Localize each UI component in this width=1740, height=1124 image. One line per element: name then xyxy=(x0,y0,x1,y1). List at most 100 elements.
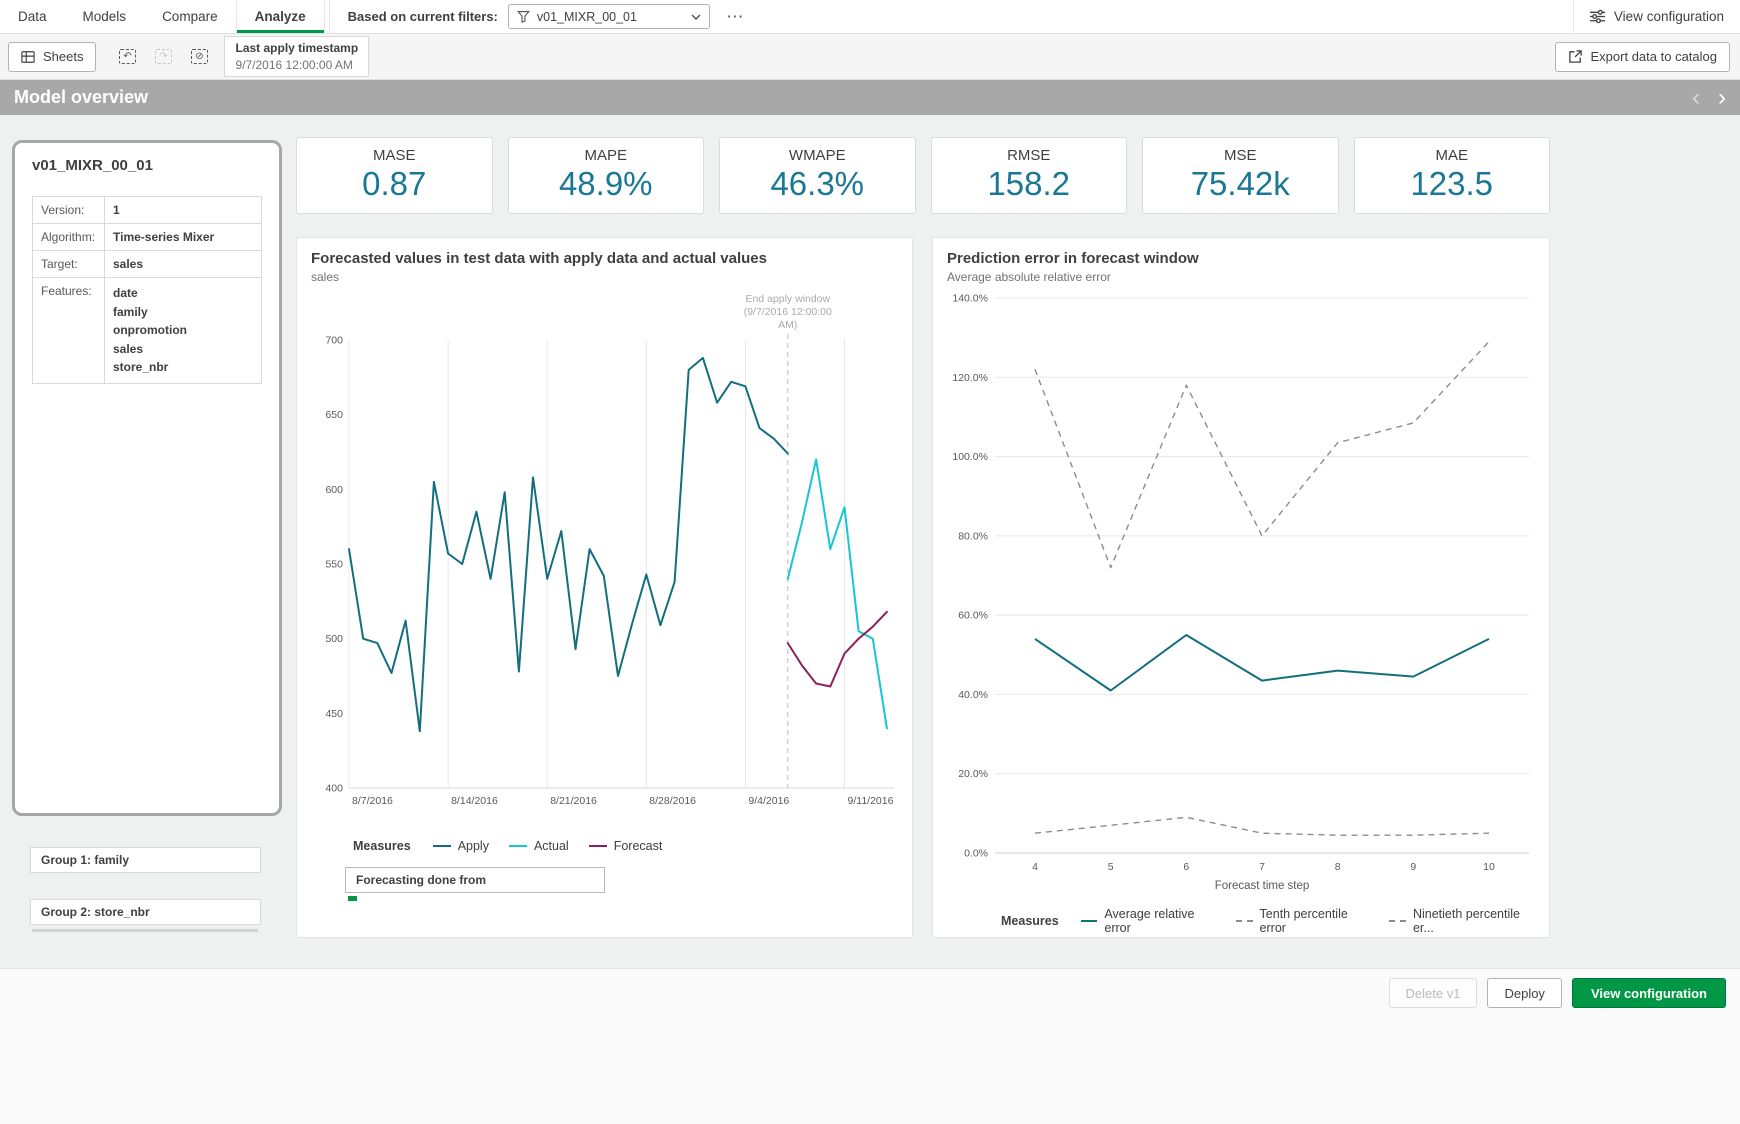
model-card-title: v01_MIXR_00_01 xyxy=(32,157,262,174)
export-data-button[interactable]: Export data to catalog xyxy=(1555,42,1730,72)
model-filter-dropdown[interactable]: v01_MIXR_00_01 xyxy=(508,4,710,29)
svg-text:500: 500 xyxy=(325,633,343,645)
end-apply-window-label: End apply window xyxy=(745,293,830,305)
target-label: Target: xyxy=(33,251,105,278)
kpi-card-mase[interactable]: MASE 0.87 xyxy=(296,137,493,214)
current-filters-area: Based on current filters: v01_MIXR_00_01… xyxy=(329,0,750,33)
group2-listbox[interactable]: Group 2: store_nbr xyxy=(30,899,261,925)
forecast-chart-subtitle: sales xyxy=(311,270,898,284)
legend-label: Apply xyxy=(458,839,489,853)
page-title: Model overview xyxy=(14,87,148,108)
svg-text:40.0%: 40.0% xyxy=(958,689,988,701)
svg-text:9/4/2016: 9/4/2016 xyxy=(748,795,789,807)
svg-text:6: 6 xyxy=(1183,861,1189,873)
algorithm-label: Algorithm: xyxy=(33,224,105,251)
model-card[interactable]: v01_MIXR_00_01 Version: 1 Algorithm: Tim… xyxy=(12,140,282,816)
features-label: Features: xyxy=(33,278,105,384)
legend-item[interactable]: Forecast xyxy=(589,839,663,853)
forecast-chart-title: Forecasted values in test data with appl… xyxy=(311,250,898,267)
svg-text:8/14/2016: 8/14/2016 xyxy=(451,795,498,807)
view-configuration-topbar-button[interactable]: View configuration xyxy=(1573,0,1740,33)
legend-item[interactable]: Tenth percentile error xyxy=(1236,907,1369,935)
svg-text:600: 600 xyxy=(325,484,343,496)
filters-label: Based on current filters: xyxy=(348,9,498,24)
chevron-right-icon[interactable]: › xyxy=(1718,86,1726,110)
svg-text:140.0%: 140.0% xyxy=(952,293,988,305)
last-apply-value: 9/7/2016 12:00:00 AM xyxy=(235,57,358,73)
deploy-button[interactable]: Deploy xyxy=(1487,978,1561,1008)
svg-text:8/28/2016: 8/28/2016 xyxy=(649,795,696,807)
feature-item: store_nbr xyxy=(113,358,253,377)
forecast-chart-panel[interactable]: Forecasted values in test data with appl… xyxy=(296,237,913,938)
svg-text:550: 550 xyxy=(325,559,343,571)
error-line-chart[interactable]: 0.0%20.0%40.0%60.0%80.0%100.0%120.0%140.… xyxy=(947,288,1537,892)
tab-models[interactable]: Models xyxy=(65,0,145,33)
app-root: Data Models Compare Analyze Based on cur… xyxy=(0,0,1740,1124)
footer-action-bar: Delete v1 Deploy View configuration xyxy=(0,968,1740,1124)
sheets-button[interactable]: Sheets xyxy=(8,42,96,72)
model-properties-table: Version: 1 Algorithm: Time-series Mixer … xyxy=(32,196,262,384)
feature-item: family xyxy=(113,303,253,322)
x-axis-title: Forecast time step xyxy=(1215,880,1310,892)
kpi-value: 123.5 xyxy=(1355,165,1550,203)
svg-text:650: 650 xyxy=(325,409,343,421)
kpi-value: 46.3% xyxy=(720,165,915,203)
tab-compare[interactable]: Compare xyxy=(144,0,236,33)
step-back-icon: ↶ xyxy=(119,49,136,64)
kpi-label: WMAPE xyxy=(720,147,915,164)
clear-selections-icon: ⊘ xyxy=(191,49,208,64)
step-back-selection-button[interactable]: ↶ xyxy=(112,42,142,72)
more-options-button[interactable]: ⋯ xyxy=(720,4,750,30)
error-chart-legend: MeasuresAverage relative errorTenth perc… xyxy=(947,907,1535,935)
kpi-value: 0.87 xyxy=(297,165,492,203)
tab-analyze[interactable]: Analyze xyxy=(236,0,325,33)
svg-text:7: 7 xyxy=(1259,861,1265,873)
view-configuration-topbar-label: View configuration xyxy=(1614,9,1724,24)
sheets-icon xyxy=(21,50,35,64)
last-apply-label: Last apply timestamp xyxy=(235,40,358,56)
legend-swatch xyxy=(1081,920,1098,922)
legend-label: Actual xyxy=(534,839,569,853)
legend-item[interactable]: Ninetieth percentile er... xyxy=(1389,907,1535,935)
svg-text:700: 700 xyxy=(325,335,343,347)
version-label: Version: xyxy=(33,197,105,224)
clear-selections-button[interactable]: ⊘ xyxy=(184,42,214,72)
step-forward-selection-button[interactable]: ↷ xyxy=(148,42,178,72)
view-configuration-button[interactable]: View configuration xyxy=(1572,978,1726,1008)
export-icon xyxy=(1568,49,1583,64)
forecasting-done-from-filter[interactable]: Forecasting done from xyxy=(345,867,605,893)
svg-text:400: 400 xyxy=(325,783,343,795)
feature-item: onpromotion xyxy=(113,321,253,340)
kpi-card-mape[interactable]: MAPE 48.9% xyxy=(508,137,705,214)
group-scrollbar[interactable] xyxy=(32,929,258,932)
group1-listbox[interactable]: Group 1: family xyxy=(30,847,261,873)
feature-item: sales xyxy=(113,340,253,359)
legend-swatch xyxy=(589,845,607,847)
selection-tools: ↶ ↷ ⊘ xyxy=(112,42,214,72)
legend-item[interactable]: Actual xyxy=(509,839,569,853)
table-row-algorithm: Algorithm: Time-series Mixer xyxy=(33,224,262,251)
tab-data[interactable]: Data xyxy=(0,0,65,33)
legend-item[interactable]: Average relative error xyxy=(1081,907,1216,935)
kpi-label: MASE xyxy=(297,147,492,164)
delete-version-button[interactable]: Delete v1 xyxy=(1389,978,1478,1008)
series-average-relative-error xyxy=(1035,635,1489,691)
kpi-card-wmape[interactable]: WMAPE 46.3% xyxy=(719,137,916,214)
legend-label: Forecast xyxy=(614,839,663,853)
series-ninetieth-percentile-er xyxy=(1035,342,1489,568)
svg-text:20.0%: 20.0% xyxy=(958,768,988,780)
kpi-value: 158.2 xyxy=(932,165,1127,203)
kpi-card-mae[interactable]: MAE 123.5 xyxy=(1354,137,1551,214)
legend-item[interactable]: Apply xyxy=(433,839,489,853)
svg-text:120.0%: 120.0% xyxy=(952,372,988,384)
more-icon: ⋯ xyxy=(726,7,743,27)
legend-label: Tenth percentile error xyxy=(1260,907,1370,935)
chevron-left-icon[interactable]: ‹ xyxy=(1692,86,1700,110)
kpi-card-mse[interactable]: MSE 75.42k xyxy=(1142,137,1339,214)
forecast-line-chart[interactable]: 8/7/20168/14/20168/21/20168/28/20169/4/2… xyxy=(311,288,900,828)
kpi-card-rmse[interactable]: RMSE 158.2 xyxy=(931,137,1128,214)
error-chart-panel[interactable]: Prediction error in forecast window Aver… xyxy=(932,237,1550,938)
filter-icon xyxy=(517,10,530,23)
last-apply-timestamp-box: Last apply timestamp 9/7/2016 12:00:00 A… xyxy=(224,36,369,76)
svg-text:8/21/2016: 8/21/2016 xyxy=(550,795,597,807)
